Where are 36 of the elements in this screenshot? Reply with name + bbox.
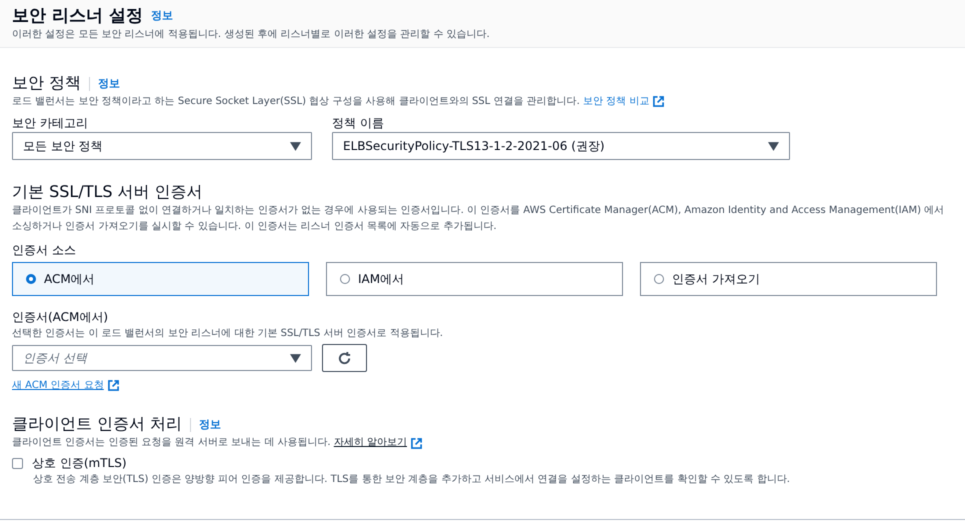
caret-icon — [290, 142, 301, 150]
header-description: 이러한 설정은 모든 보안 리스너에 적용됩니다. 생성된 후에 리스너별로 이러한 설정을 관리할 수 있습니다. — [12, 28, 491, 42]
refresh-icon — [337, 350, 352, 366]
radio-tile[interactable]: IAM에서 — [326, 262, 623, 296]
caret-icon — [768, 142, 779, 150]
section-description: 로드 밸런서는 보안 정책이라고 하는 Secure Socket Layer(SSL) 협상 구성을 사용해 클라이언트와의 SSL 연결을 관리합니다. — [12, 96, 580, 107]
field-label: 인증서 소스 — [12, 242, 77, 259]
select-field[interactable]: ELBSecurityPolicy-TLS13-1-2-2021-06 (권장) — [332, 132, 790, 160]
checkbox[interactable] — [12, 458, 23, 469]
select-field[interactable]: 모든 보안 정책 — [12, 132, 312, 160]
external-link-icon — [108, 380, 119, 390]
external-link-icon — [410, 438, 422, 448]
section-description: 클라이언트가 SNI 프로토콜 없이 연결하거나 일치하는 인증서가 없는 경우에 사용되는 인증서입니다. 이 인증서를 AWS Certificate Manager(ACM), Amazon Identity and Access Management(IAM) 에서 소싱하거나 인증서 가져오기를 실시할 수 있습니다. 이 인증서는 리스너 인증서 목록에 자동으로 추가됩니다. — [12, 204, 946, 234]
caret-icon — [290, 354, 301, 362]
request-certificate-link[interactable]: 새 ACM 인증서 요청 — [12, 378, 104, 392]
info-link[interactable]: 정보 — [98, 76, 120, 91]
page-title: 보안 리스너 설정 — [12, 5, 143, 27]
checkbox-description: 상호 전송 계층 보안(TLS) 인증은 양방향 피어 인증을 제공합니다. TLS를 통한 보안 계층을 추가하고 서비스에서 연결을 설정하는 클라이언트를 확인할 수 있도록 합니다. — [32, 473, 791, 487]
field-label: 보안 카테고리 — [12, 115, 89, 132]
field-description: 선택한 인증서는 이 로드 밸런서의 보안 리스너에 대한 기본 SSL/TLS 서버 인증서로 적용됩니다. — [12, 327, 444, 341]
refresh-button[interactable] — [322, 344, 367, 372]
info-link[interactable]: 정보 — [199, 417, 222, 432]
checkbox-label: 상호 인증(mTLS) — [32, 455, 126, 472]
field-label: 정책 이름 — [332, 115, 385, 132]
section-description: 클라이언트 인증서는 인증된 요청을 원격 서버로 보내는 데 사용됩니다. — [12, 436, 331, 450]
radio-tile[interactable]: ACM에서 — [12, 262, 309, 296]
section-title: 기본 SSL/TLS 서버 인증서 — [12, 182, 204, 203]
select-field[interactable]: 인증서 선택 — [12, 345, 312, 371]
section-title: 클라이언트 인증서 처리 — [12, 414, 182, 435]
field-label: 인증서(ACM에서) — [12, 309, 110, 326]
info-link[interactable]: 정보 — [150, 8, 173, 23]
external-link-icon — [653, 96, 664, 107]
compare-link[interactable]: 보안 정책 비교 — [582, 96, 650, 107]
learn-more-link[interactable]: 자세히 알아보기 — [334, 435, 407, 451]
radio-tile[interactable]: 인증서 가져오기 — [640, 262, 937, 296]
section-title: 보안 정책 — [12, 73, 82, 94]
